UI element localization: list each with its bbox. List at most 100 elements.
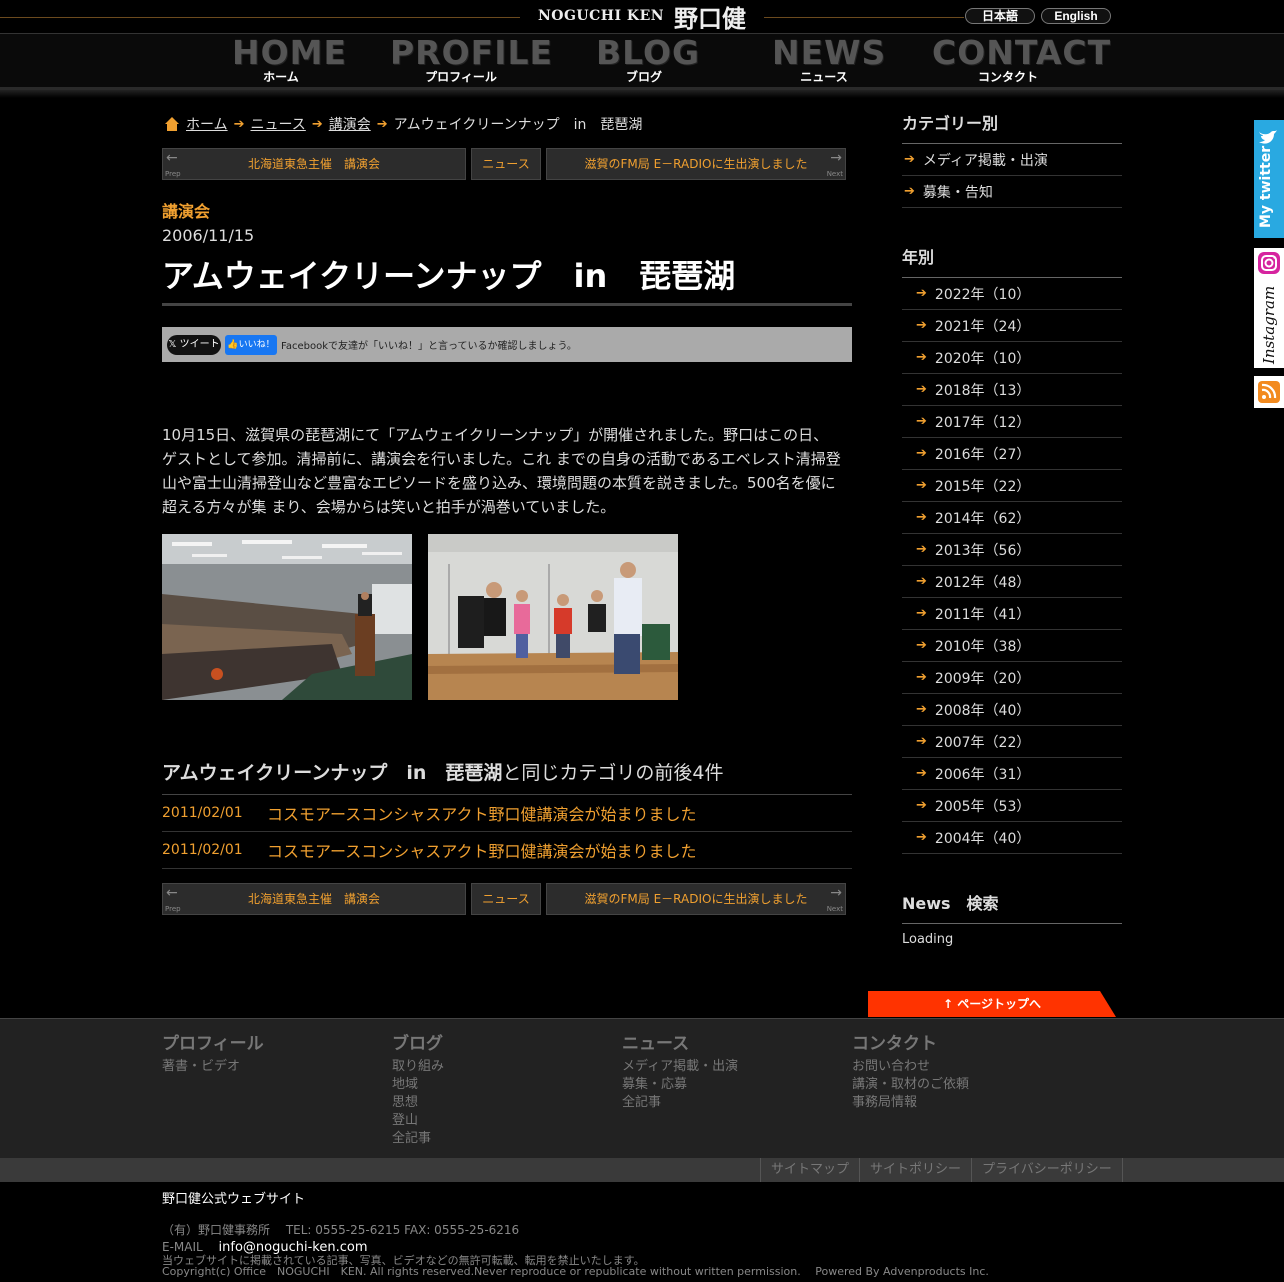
footer-col-heading[interactable]: ブログ (392, 1029, 444, 1054)
next-label: Next (826, 170, 843, 178)
footer-col-heading[interactable]: ニュース (622, 1029, 738, 1054)
arrow-right-icon: ➔ (376, 116, 388, 132)
sidebar-year-label: 2007年（22） (934, 734, 1031, 751)
footer-link[interactable]: 募集・応募 (622, 1076, 738, 1094)
sidebar-year-label: 2006年（31） (934, 766, 1031, 783)
copyright-text: Copyright(c) Office NOGUCHI KEN. All rig… (162, 1265, 801, 1278)
thumbs-up-icon: 👍 (227, 339, 239, 350)
lang-english-button[interactable]: English (1041, 8, 1111, 24)
powered-by: Powered By Advenproducts Inc. (815, 1265, 989, 1278)
twitter-tab[interactable]: My twitter (1254, 120, 1284, 238)
nav-blog[interactable]: BLOG ブログ (596, 36, 699, 85)
footer-link[interactable]: お問い合わせ (852, 1058, 969, 1076)
arrow-right-icon: ➔ (904, 184, 915, 199)
tweet-button[interactable]: 𝕏 ツイート (167, 334, 221, 355)
photo-lecture-audience[interactable] (162, 534, 412, 700)
next-title: 滋賀のFM局 E－RADIOに生出演しました (584, 157, 808, 171)
sidebar-year-item[interactable]: ➔ 2017年（12） (902, 406, 1122, 438)
footer-link[interactable]: 著書・ビデオ (162, 1058, 264, 1076)
sidebar-year-item[interactable]: ➔ 2008年（40） (902, 694, 1122, 726)
prev-title: 北海道東急主催 講演会 (247, 892, 380, 906)
next-label: Next (826, 905, 843, 913)
sidebar-year-item[interactable]: ➔ 2005年（53） (902, 790, 1122, 822)
page-top-button[interactable]: ↑ ページトップへ (868, 991, 1116, 1017)
nav-home[interactable]: HOME ホーム (232, 36, 346, 85)
arrow-right-icon: ➔ (904, 152, 915, 167)
related-heading-suffix: と同じカテゴリの前後4件 (502, 762, 724, 784)
breadcrumb-news[interactable]: ニュース (251, 114, 306, 134)
sidebar-year-label: 2021年（24） (934, 318, 1031, 335)
sidebar-year-item[interactable]: ➔ 2012年（48） (902, 566, 1122, 598)
instagram-tab[interactable]: Instagram (1254, 248, 1284, 368)
footer-link[interactable]: 地域 (392, 1076, 444, 1094)
nav-profile-en: PROFILE (390, 33, 554, 72)
breadcrumb-category[interactable]: 講演会 (329, 114, 371, 134)
footer-col-heading[interactable]: コンタクト (852, 1029, 969, 1054)
footer-link[interactable]: 全記事 (622, 1094, 738, 1112)
prev-article-link[interactable]: ← Prep 北海道東急主催 講演会 (162, 148, 466, 180)
sidebar-year-label: 2011年（41） (934, 606, 1031, 623)
next-article-link[interactable]: 滋賀のFM局 E－RADIOに生出演しました → Next (546, 148, 846, 180)
sidebar-year-label: 2013年（56） (934, 542, 1031, 559)
facebook-like-button[interactable]: 👍いいね！ (225, 334, 277, 355)
nav-profile[interactable]: PROFILE プロフィール (390, 33, 554, 85)
email-link[interactable]: info@noguchi-ken.com (219, 1240, 368, 1255)
related-item[interactable]: 2011/02/01 コスモアースコンシャスアクト野口健講演会が始まりました (162, 832, 852, 869)
related-item-title[interactable]: コスモアースコンシャスアクト野口健講演会が始まりました (267, 838, 696, 862)
site-logo[interactable]: NOGUCHI KEN 野口健 (520, 2, 764, 33)
site-policy-link[interactable]: サイトポリシー (859, 1158, 971, 1182)
privacy-policy-link[interactable]: プライバシーポリシー (971, 1158, 1123, 1182)
sidebar-category-item[interactable]: ➔ 募集・告知 (902, 176, 1122, 208)
arrow-right-icon: ➔ (916, 446, 927, 461)
footer-link[interactable]: 取り組み (392, 1058, 444, 1076)
pager-category-link[interactable]: ニュース (471, 148, 541, 180)
x-icon: 𝕏 (168, 338, 180, 350)
article-header: 講演会 2006/11/15 アムウェイクリーンナップ in 琵琶湖 (162, 198, 852, 306)
arrow-right-icon: ➔ (916, 702, 927, 717)
arrow-right-icon: ➔ (916, 414, 927, 429)
sidebar-year-label: 2004年（40） (934, 830, 1031, 847)
sidebar-year-item[interactable]: ➔ 2007年（22） (902, 726, 1122, 758)
sidebar-year-item[interactable]: ➔ 2015年（22） (902, 470, 1122, 502)
sidebar-year-item[interactable]: ➔ 2013年（56） (902, 534, 1122, 566)
rss-tab[interactable] (1254, 376, 1284, 408)
sitemap-link[interactable]: サイトマップ (760, 1158, 859, 1182)
footer-link[interactable]: メディア掲載・出演 (622, 1058, 738, 1076)
sidebar-year-item[interactable]: ➔ 2011年（41） (902, 598, 1122, 630)
photo-guest-talk[interactable] (428, 534, 678, 700)
footer-link[interactable]: 登山 (392, 1112, 444, 1130)
sidebar-year-label: 2022年（10） (934, 286, 1031, 303)
sidebar-year-item[interactable]: ➔ 2014年（62） (902, 502, 1122, 534)
sidebar-year-item[interactable]: ➔ 2022年（10） (902, 278, 1122, 310)
lang-japanese-button[interactable]: 日本語 (965, 8, 1035, 24)
sidebar-year-item[interactable]: ➔ 2018年（13） (902, 374, 1122, 406)
footer-col-heading[interactable]: プロフィール (162, 1029, 264, 1054)
related-item-title[interactable]: コスモアースコンシャスアクト野口健講演会が始まりました (267, 801, 696, 825)
sidebar-year-item[interactable]: ➔ 2009年（20） (902, 662, 1122, 694)
footer-link[interactable]: 全記事 (392, 1130, 444, 1148)
footer-link[interactable]: 事務局情報 (852, 1094, 969, 1112)
related-heading-title: アムウェイクリーンナップ in 琵琶湖 (162, 762, 503, 784)
sidebar-year-label: 2018年（13） (934, 382, 1031, 399)
breadcrumb-home[interactable]: ホーム (186, 114, 228, 134)
sidebar-category-label: メディア掲載・出演 (922, 152, 1048, 169)
sidebar-year-item[interactable]: ➔ 2006年（31） (902, 758, 1122, 790)
nav-contact[interactable]: CONTACT コンタクト (932, 36, 1110, 85)
arrow-up-icon: ↑ (943, 997, 958, 1011)
nav-news[interactable]: NEWS ニュース (772, 36, 885, 85)
sidebar-year-item[interactable]: ➔ 2016年（27） (902, 438, 1122, 470)
sidebar-year-item[interactable]: ➔ 2010年（38） (902, 630, 1122, 662)
related-item[interactable]: 2011/02/01 コスモアースコンシャスアクト野口健講演会が始まりました (162, 795, 852, 832)
sidebar-year-item[interactable]: ➔ 2020年（10） (902, 342, 1122, 374)
pager-category-link[interactable]: ニュース (471, 883, 541, 915)
header-rule-right (764, 17, 964, 18)
related-item-date: 2011/02/01 (162, 842, 243, 858)
sidebar-category-item[interactable]: ➔ メディア掲載・出演 (902, 144, 1122, 176)
next-article-link[interactable]: 滋賀のFM局 E－RADIOに生出演しました → Next (546, 883, 846, 915)
footer-link[interactable]: 講演・取材のご依頼 (852, 1076, 969, 1094)
sidebar-year-item[interactable]: ➔ 2021年（24） (902, 310, 1122, 342)
footer-link[interactable]: 思想 (392, 1094, 444, 1112)
sidebar-year-item[interactable]: ➔ 2004年（40） (902, 822, 1122, 854)
article-title: アムウェイクリーンナップ in 琵琶湖 (162, 251, 852, 306)
prev-article-link[interactable]: ← Prep 北海道東急主催 講演会 (162, 883, 466, 915)
